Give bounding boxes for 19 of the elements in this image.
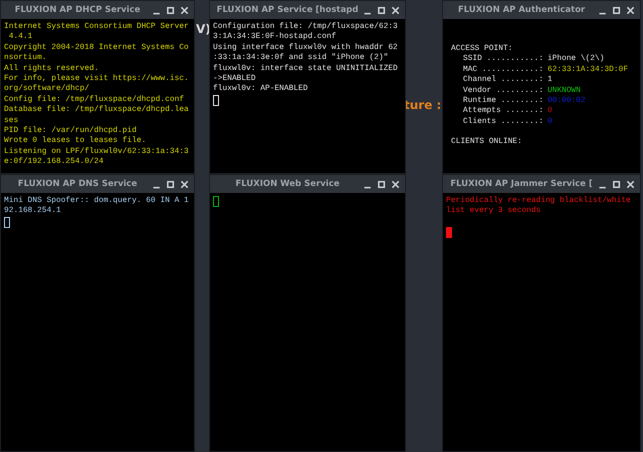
close-icon[interactable] (625, 4, 636, 16)
close-icon[interactable] (179, 4, 190, 16)
window-title: FLUXION AP Service [hostapd (216, 5, 359, 15)
window-title: FLUXION AP Authenticator (456, 5, 586, 15)
window-title: FLUXION AP DNS Service (16, 179, 138, 189)
maximize-icon[interactable] (165, 4, 176, 16)
window-title: FLUXION Web Service (234, 179, 341, 189)
maximize-icon[interactable] (376, 178, 387, 190)
window-title: FLUXION AP Jammer Service [ (449, 179, 594, 189)
close-icon[interactable] (625, 178, 636, 190)
close-icon[interactable] (179, 178, 190, 190)
background-text: V) (196, 22, 211, 36)
maximize-icon[interactable] (376, 4, 387, 16)
maximize-icon[interactable] (611, 178, 622, 190)
close-icon[interactable] (390, 178, 401, 190)
maximize-icon[interactable] (611, 4, 622, 16)
window-title: FLUXION AP DHCP Service (14, 5, 142, 15)
maximize-icon[interactable] (165, 178, 176, 190)
close-icon[interactable] (390, 4, 401, 16)
